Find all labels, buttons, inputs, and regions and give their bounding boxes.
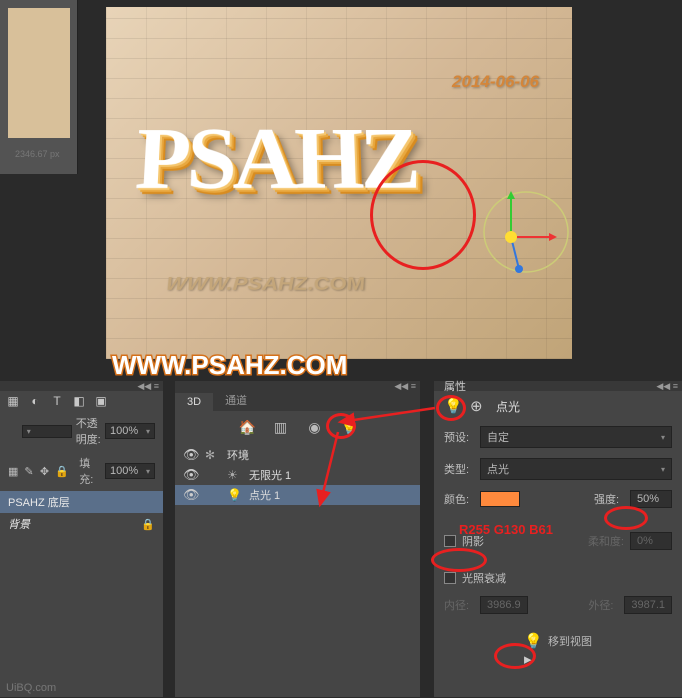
filter-type-icon[interactable]: T xyxy=(50,394,64,408)
annotation-color-code: R255 G130 B61 xyxy=(459,522,553,537)
outer-input: 3987.1 xyxy=(624,596,672,614)
opacity-input[interactable]: 100%▾ xyxy=(105,423,155,439)
scene-point-light[interactable]: 👁 💡 点光 1 xyxy=(175,485,420,505)
filter-scene-icon[interactable]: 🏠 xyxy=(239,419,255,435)
filter-material-icon[interactable]: ◉ xyxy=(307,419,323,435)
3d-tab-bar: 3D 通道 xyxy=(175,391,420,411)
color-swatch[interactable] xyxy=(480,491,520,507)
filter-smart-icon[interactable]: ▣ xyxy=(94,394,108,408)
falloff-checkbox[interactable] xyxy=(444,572,456,584)
site-watermark: UiBQ.com xyxy=(6,682,56,694)
falloff-label: 光照衰减 xyxy=(462,570,506,586)
type-label: 类型: xyxy=(444,461,474,477)
inner-label: 内径: xyxy=(444,597,474,613)
environment-icon: ✻ xyxy=(205,448,219,462)
collapse-icon[interactable]: ◀◀ ≡ xyxy=(137,381,159,392)
visibility-icon[interactable]: 👁 xyxy=(183,447,197,463)
annotation-ellipse-gizmo xyxy=(370,160,476,270)
lock-row: 锁定: ▦ ✎ ✥ 🔒 填充: 100%▾ xyxy=(0,451,163,491)
3d-panel-header: ◀◀ ≡ xyxy=(175,381,420,391)
document-thumbnail-panel: 2346.67 px xyxy=(0,0,78,174)
props-title-row: 💡 ⊕ 点光 xyxy=(434,391,682,421)
visibility-icon[interactable]: 👁 xyxy=(183,487,197,503)
lock-icon: 🔒 xyxy=(141,518,155,531)
props-panel-header: 属性 ◀◀ ≡ xyxy=(434,381,682,391)
type-row: 类型: 点光▾ xyxy=(434,453,682,485)
layers-panel-header: ◀◀ ≡ xyxy=(0,381,163,391)
lock-paint-icon[interactable]: ✎ xyxy=(24,465,33,477)
filter-pixel-icon[interactable]: ▦ xyxy=(6,394,20,408)
annotation-ellipse-intensity xyxy=(604,506,648,530)
annotation-ellipse-light-icon xyxy=(436,395,466,421)
intensity-input[interactable]: 50% xyxy=(630,490,672,508)
outer-label: 外径: xyxy=(588,597,618,613)
3d-panel: ◀◀ ≡ 3D 通道 🏠 ▥ ◉ 💡 👁 ✻ 环境 👁 ☀ 无限光 1 👁 💡 … xyxy=(175,381,420,697)
watermark-text: WWW.PSAHZ.COM xyxy=(112,350,347,381)
blend-mode-dropdown[interactable]: ▾ xyxy=(22,425,72,438)
scene-infinite-light[interactable]: 👁 ☀ 无限光 1 xyxy=(175,465,420,485)
scene-list: 👁 ✻ 环境 👁 ☀ 无限光 1 👁 💡 点光 1 xyxy=(175,443,420,507)
annotation-ellipse-shadow xyxy=(431,548,487,572)
thumbnail-image xyxy=(8,8,70,138)
tab-3d[interactable]: 3D xyxy=(175,393,213,411)
opacity-row: ▾ 不透明度: 100%▾ xyxy=(0,411,163,451)
layer-psahz[interactable]: PSAHZ 底层 xyxy=(0,491,163,513)
opacity-label: 不透明度: xyxy=(76,415,101,447)
preset-dropdown[interactable]: 自定▾ xyxy=(480,426,672,448)
radius-row: 内径: 3986.9 外径: 3987.1 xyxy=(434,591,682,619)
annotation-ellipse-filter xyxy=(326,413,356,439)
layers-panel: ◀◀ ≡ ▦ ◐ T ◧ ▣ ▾ 不透明度: 100%▾ 锁定: ▦ ✎ ✥ 🔒… xyxy=(0,381,163,697)
sub-url-text: WWW.PSAHZ.COM xyxy=(164,274,367,295)
preset-row: 预设: 自定▾ xyxy=(434,421,682,453)
type-dropdown[interactable]: 点光▾ xyxy=(480,458,672,480)
shadow-checkbox[interactable] xyxy=(444,535,456,547)
filter-mesh-icon[interactable]: ▥ xyxy=(273,419,289,435)
thumbnail-size-label: 2346.67 px xyxy=(15,149,60,159)
annotation-ellipse-move xyxy=(494,643,536,669)
3d-gizmo[interactable] xyxy=(481,187,571,277)
props-title: 点光 xyxy=(496,398,520,415)
tab-channels[interactable]: 通道 xyxy=(213,389,259,411)
fill-label: 填充: xyxy=(79,455,99,487)
filter-adjust-icon[interactable]: ◐ xyxy=(28,394,42,408)
point-light-icon: 💡 xyxy=(227,488,241,502)
move-to-view-label[interactable]: 移到视图 xyxy=(548,633,592,649)
lock-transparency-icon[interactable]: ▦ xyxy=(8,465,18,477)
filter-shape-icon[interactable]: ◧ xyxy=(72,394,86,408)
scene-environment[interactable]: 👁 ✻ 环境 xyxy=(175,445,420,465)
properties-tab[interactable]: 属性 xyxy=(438,378,656,394)
move-to-view-row: 💡▸ 移到视图 xyxy=(434,627,682,655)
infinite-light-icon: ☀ xyxy=(227,468,241,482)
preset-label: 预设: xyxy=(444,429,474,445)
collapse-icon[interactable]: ◀◀ ≡ xyxy=(394,381,416,392)
intensity-label: 强度: xyxy=(594,491,624,507)
lock-move-icon[interactable]: ✥ xyxy=(40,465,49,477)
inner-input: 3986.9 xyxy=(480,596,528,614)
3d-filter-toolbar: 🏠 ▥ ◉ 💡 xyxy=(175,411,420,443)
color-label: 颜色: xyxy=(444,491,474,507)
layer-background[interactable]: 背景 🔒 xyxy=(0,513,163,535)
properties-panel: 属性 ◀◀ ≡ 💡 ⊕ 点光 预设: 自定▾ 类型: 点光▾ 颜色: 强度: 5… xyxy=(434,381,682,697)
lock-all-icon[interactable]: 🔒 xyxy=(55,465,67,477)
layers-toolbar: ▦ ◐ T ◧ ▣ xyxy=(0,391,163,411)
color-intensity-row: 颜色: 强度: 50% xyxy=(434,485,682,513)
collapse-icon[interactable]: ◀◀ ≡ xyxy=(656,381,678,392)
softness-input: 0% xyxy=(630,532,672,550)
document-canvas[interactable]: 2014-06-06 PSAHZ WWW.PSAHZ.COM xyxy=(106,7,572,359)
fill-input[interactable]: 100%▾ xyxy=(105,463,155,479)
visibility-icon[interactable]: 👁 xyxy=(183,467,197,483)
softness-label: 柔和度: xyxy=(588,533,624,549)
date-text: 2014-06-06 xyxy=(452,72,539,92)
coords-icon[interactable]: ⊕ xyxy=(470,397,488,415)
